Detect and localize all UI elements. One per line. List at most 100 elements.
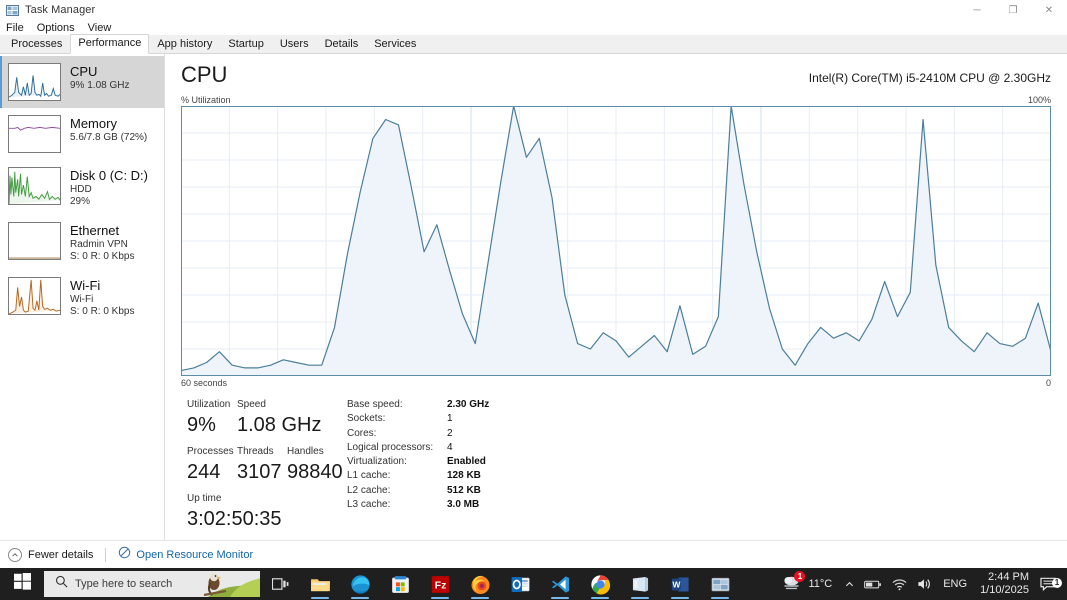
cpu-stats: Utilization 9% Speed 1.08 GHz Processes … — [181, 398, 1051, 532]
detail-base-speed-value: 2.30 GHz — [447, 399, 490, 410]
taskbar-app-file-explorer[interactable] — [300, 568, 340, 600]
language-indicator[interactable]: ENG — [937, 578, 973, 590]
tab-performance[interactable]: Performance — [70, 34, 150, 54]
detail-virtualization: Virtualization: Enabled — [347, 455, 489, 469]
fog-weather-icon: 1 — [781, 571, 806, 595]
weather-temperature: 11°C — [808, 578, 833, 590]
sidebar-cpu-name: CPU — [70, 64, 98, 79]
weather-widget[interactable]: 1 11°C — [777, 571, 840, 595]
sidebar-item-wifi[interactable]: Wi-Fi Wi-Fi S: 0 R: 0 Kbps — [0, 270, 164, 325]
sidebar-item-cpu[interactable]: CPU 9% 1.08 GHz — [0, 56, 164, 108]
detail-sockets-value: 1 — [447, 413, 453, 425]
open-resource-monitor-link[interactable]: Open Resource Monitor — [118, 546, 253, 564]
svg-text:Fz: Fz — [434, 580, 446, 591]
detail-l3-cache-value: 3.0 MB — [447, 499, 480, 511]
sidebar-memory-name: Memory — [70, 116, 117, 131]
sidebar-ethernet-name: Ethernet — [70, 223, 120, 238]
window-controls: ─ ❐ ✕ — [959, 0, 1067, 20]
tab-startup[interactable]: Startup — [220, 35, 271, 54]
svg-text:W: W — [672, 579, 681, 589]
ethernet-mini-graph — [8, 222, 61, 260]
x-axis-label: 60 seconds — [181, 378, 228, 388]
taskbar-clock[interactable]: 2:44 PM 1/10/2025 — [973, 571, 1036, 597]
volume-icon[interactable] — [912, 568, 937, 600]
cpu-chart-svg — [181, 106, 1051, 376]
taskbar-app-onenote[interactable] — [620, 568, 660, 600]
task-view-icon[interactable] — [260, 568, 300, 600]
stats-row-1: Utilization 9% Speed 1.08 GHz — [187, 398, 339, 438]
sidebar-item-disk[interactable]: Disk 0 (C: D:) HDD 29% — [0, 160, 164, 215]
sidebar-item-ethernet[interactable]: Ethernet Radmin VPN S: 0 R: 0 Kbps — [0, 215, 164, 270]
start-button[interactable] — [0, 568, 44, 600]
content-area: CPU 9% 1.08 GHz Memory 5.6/7.8 GB (72%) — [0, 54, 1067, 567]
sidebar-disk-name: Disk 0 (C: D:) — [70, 168, 148, 183]
detail-logical-processors: Logical processors: 4 — [347, 441, 489, 455]
tab-details[interactable]: Details — [317, 35, 367, 54]
minimize-button[interactable]: ─ — [959, 0, 995, 20]
taskbar-app-firefox[interactable] — [460, 568, 500, 600]
tab-services[interactable]: Services — [366, 35, 424, 54]
resource-sidebar: CPU 9% 1.08 GHz Memory 5.6/7.8 GB (72%) — [0, 54, 165, 567]
sidebar-wifi-sub1: Wi-Fi — [70, 294, 94, 305]
taskbar-app-outlook[interactable] — [500, 568, 540, 600]
battery-icon[interactable] — [859, 568, 887, 600]
restore-button[interactable]: ❐ — [995, 0, 1031, 20]
taskbar-app-filezilla[interactable]: Fz — [420, 568, 460, 600]
fewer-details-button[interactable]: Fewer details — [8, 547, 94, 562]
window-footer: Fewer details Open Resource Monitor — [0, 540, 1067, 568]
cpu-mini-graph — [8, 63, 61, 101]
stat-threads: Threads 3107 — [237, 445, 287, 485]
detail-cores-value: 2 — [447, 427, 453, 439]
cpu-model-label: Intel(R) Core(TM) i5-2410M CPU @ 2.30GHz — [808, 71, 1051, 85]
taskbar-app-task-manager[interactable] — [700, 568, 740, 600]
detail-base-speed: Base speed: 2.30 GHz — [347, 398, 489, 412]
tab-processes[interactable]: Processes — [3, 35, 70, 54]
open-resource-monitor-label: Open Resource Monitor — [136, 548, 254, 561]
taskbar-app-microsoft-store[interactable] — [380, 568, 420, 600]
menu-view[interactable]: View — [88, 22, 112, 34]
taskbar-app-microsoft-word[interactable]: W — [660, 568, 700, 600]
task-manager-icon — [6, 4, 19, 17]
graph-axis-top: % Utilization 100% — [181, 95, 1051, 105]
system-tray: 1 11°C ENG 2:44 PM 1/10/2025 1 — [777, 568, 1067, 600]
taskbar-app-google-chrome[interactable] — [580, 568, 620, 600]
stat-threads-value: 3107 — [237, 461, 282, 483]
tab-users[interactable]: Users — [272, 35, 317, 54]
cpu-stats-details: Base speed: 2.30 GHz Sockets: 1 Cores: 2… — [339, 398, 489, 532]
menu-file[interactable]: File — [6, 22, 24, 34]
action-center-badge: 1 — [1052, 577, 1062, 588]
sidebar-wifi-text: Wi-Fi Wi-Fi S: 0 R: 0 Kbps — [70, 277, 134, 318]
resource-monitor-icon — [118, 546, 131, 564]
taskbar-app-microsoft-edge[interactable] — [340, 568, 380, 600]
stat-speed-value: 1.08 GHz — [237, 414, 322, 436]
fewer-details-label: Fewer details — [28, 548, 94, 561]
weather-badge: 1 — [794, 571, 806, 582]
sidebar-item-memory[interactable]: Memory 5.6/7.8 GB (72%) — [0, 108, 164, 160]
stat-speed-label: Speed — [237, 399, 266, 410]
stat-processes-label: Processes — [187, 446, 234, 457]
taskbar-app-visual-studio-code[interactable] — [540, 568, 580, 600]
y-axis-label: % Utilization — [181, 95, 231, 105]
wifi-mini-graph — [8, 277, 61, 315]
detail-l1-cache-key: L1 cache: — [347, 470, 391, 482]
tab-strip: Processes Performance App history Startu… — [0, 34, 1067, 54]
stat-uptime-value: 3:02:50:35 — [187, 508, 282, 530]
sidebar-memory-sub: 5.6/7.8 GB (72%) — [70, 132, 148, 143]
sidebar-memory-text: Memory 5.6/7.8 GB (72%) — [70, 115, 147, 144]
stat-handles: Handles 98840 — [287, 445, 343, 485]
search-input[interactable]: Type here to search — [44, 571, 260, 597]
detail-l2-cache: L2 cache: 512 KB — [347, 484, 489, 498]
menubar: File Options View — [0, 20, 1067, 35]
detail-logical-processors-value: 4 — [447, 441, 453, 453]
tab-app-history[interactable]: App history — [149, 35, 220, 54]
graph-axis-bottom: 60 seconds 0 — [181, 378, 1051, 388]
detail-l1-cache: L1 cache: 128 KB — [347, 469, 489, 483]
show-hidden-icons-chevron[interactable] — [840, 568, 859, 600]
chevron-up-icon — [8, 547, 22, 562]
close-button[interactable]: ✕ — [1031, 0, 1067, 20]
clock-time: 2:44 PM — [988, 571, 1029, 583]
wifi-icon[interactable] — [887, 568, 912, 600]
stats-row-2: Processes 244 Threads 3107 Handles 98840 — [187, 445, 343, 485]
menu-options[interactable]: Options — [37, 22, 75, 34]
action-center-icon[interactable]: 1 — [1036, 577, 1065, 592]
